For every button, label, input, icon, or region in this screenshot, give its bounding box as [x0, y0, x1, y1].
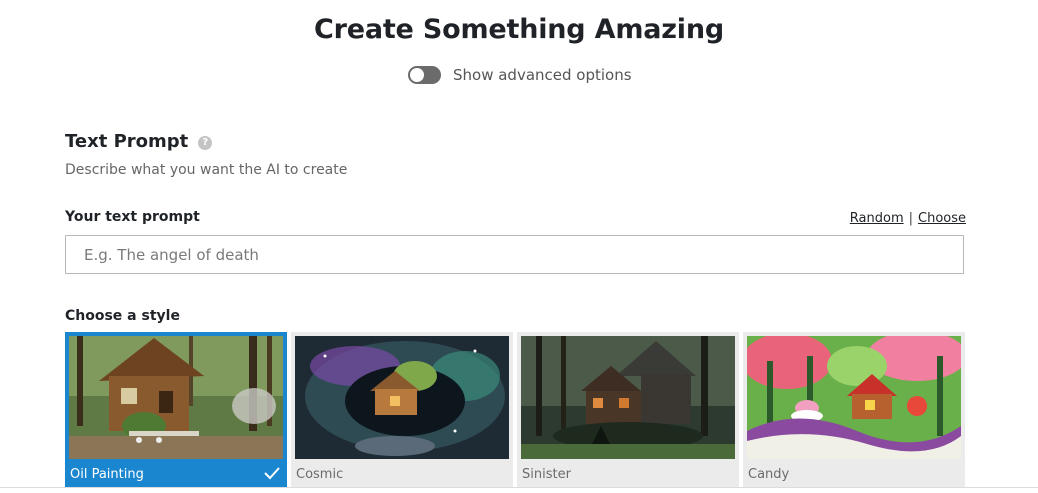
advanced-options-label[interactable]: Show advanced options — [453, 66, 632, 84]
style-name: Sinister — [522, 467, 571, 482]
style-name: Candy — [748, 467, 790, 482]
link-separator: | — [908, 211, 913, 226]
style-heading: Choose a style — [65, 308, 180, 324]
text-prompt-input[interactable] — [65, 235, 964, 274]
style-name: Oil Painting — [70, 467, 144, 482]
prompt-links: Random | Choose — [850, 211, 966, 226]
sinister-thumbnail — [521, 336, 735, 459]
cosmic-thumbnail — [295, 336, 509, 459]
question-icon[interactable]: ? — [198, 135, 213, 150]
checkmark-icon — [264, 467, 280, 480]
style-card-sinister[interactable]: Sinister — [517, 332, 739, 488]
random-link[interactable]: Random — [850, 211, 904, 226]
style-card-oil-painting[interactable]: Oil Painting — [65, 332, 287, 488]
style-card-cosmic[interactable]: Cosmic — [291, 332, 513, 488]
text-prompt-description: Describe what you want the AI to create — [65, 162, 348, 178]
advanced-options-toggle[interactable] — [408, 66, 441, 84]
toggle-knob — [410, 68, 424, 82]
style-options: Oil Painting Cosmic Sinister Candy — [65, 332, 969, 488]
candy-thumbnail — [747, 336, 961, 459]
style-name: Cosmic — [296, 467, 344, 482]
advanced-options-row: Show advanced options — [408, 66, 632, 84]
choose-link[interactable]: Choose — [918, 211, 966, 226]
oil-painting-thumbnail — [69, 336, 283, 459]
text-prompt-heading-label: Text Prompt — [65, 131, 189, 152]
text-prompt-field-label: Your text prompt — [65, 209, 200, 225]
text-prompt-heading: Text Prompt ? — [65, 131, 213, 152]
page-title: Create Something Amazing — [313, 14, 725, 45]
bottom-divider — [0, 487, 1038, 488]
style-card-candy[interactable]: Candy — [743, 332, 965, 488]
